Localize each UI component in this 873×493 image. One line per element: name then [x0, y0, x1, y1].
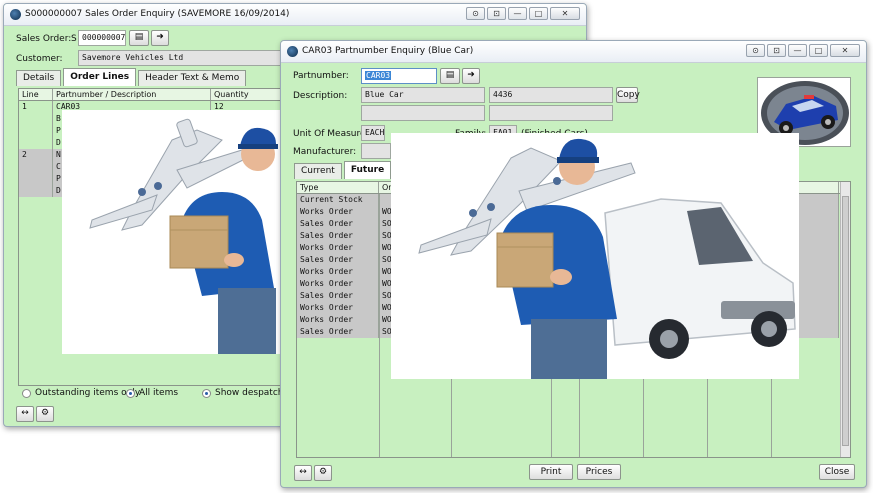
minimize-button[interactable]: —	[508, 7, 527, 20]
vertical-scrollbar[interactable]	[840, 182, 850, 457]
unit-of-measure-field: EACH	[361, 125, 385, 141]
column-header-type[interactable]: Type	[297, 182, 379, 193]
sales-order-label: Sales Order:	[16, 34, 72, 44]
arrow-right-icon[interactable]: ➜	[462, 68, 480, 84]
partnumber-window-title: CAR03 Partnumber Enquiry (Blue Car)	[302, 46, 474, 56]
sales-order-prefix: S	[71, 34, 77, 44]
settings-icon[interactable]: ⚙	[36, 406, 54, 422]
help-icon[interactable]: ⊙	[746, 44, 765, 57]
tab-current[interactable]: Current	[294, 163, 342, 179]
tab-future[interactable]: Future	[343, 161, 392, 179]
help-icon[interactable]: ⊙	[466, 7, 485, 20]
description-label: Description:	[293, 91, 348, 101]
delivery-man-image	[89, 118, 278, 354]
print-button[interactable]: Print	[529, 464, 573, 480]
partnumber-input[interactable]: CAR03	[361, 68, 437, 84]
close-button[interactable]: Close	[819, 464, 855, 480]
print-screen-icon[interactable]: ⊡	[767, 44, 786, 57]
package-shape	[496, 232, 554, 288]
radio-outstanding-items[interactable]: Outstanding items only	[22, 388, 140, 398]
column-header-partnumber[interactable]: Partnumber / Description	[53, 89, 211, 100]
description-line-2	[361, 105, 485, 121]
manufacturer-field	[361, 143, 391, 159]
white-van-shape	[604, 198, 796, 359]
customer-label: Customer:	[16, 54, 63, 64]
delivery-man-photo	[62, 110, 280, 354]
app-icon	[10, 9, 21, 20]
package-shape	[169, 215, 229, 269]
description-code-field: 4436	[489, 87, 613, 103]
maximize-button[interactable]: □	[529, 7, 548, 20]
delivery-van-image	[418, 138, 796, 379]
column-header-quantity[interactable]: Quantity	[211, 89, 281, 100]
app-icon	[287, 46, 298, 57]
pin-icon[interactable]: ↔	[294, 465, 312, 481]
partnumber-titlebar: CAR03 Partnumber Enquiry (Blue Car) ⊙ ⊡ …	[281, 41, 866, 63]
arrow-right-icon[interactable]: ➜	[151, 30, 169, 46]
description-code-line-2	[489, 105, 613, 121]
lookup-book-icon[interactable]: ▤	[440, 68, 460, 84]
close-window-button[interactable]: ✕	[830, 44, 860, 57]
settings-icon[interactable]: ⚙	[314, 465, 332, 481]
lookup-book-icon[interactable]: ▤	[129, 30, 149, 46]
scrollbar-thumb[interactable]	[842, 196, 849, 446]
tab-order-lines[interactable]: Order Lines	[63, 68, 137, 86]
partnumber-label: Partnumber:	[293, 71, 349, 81]
tab-details[interactable]: Details	[16, 70, 62, 86]
description-field: Blue Car	[361, 87, 485, 103]
sales-order-input[interactable]: 000000007	[78, 30, 126, 46]
manufacturer-label: Manufacturer:	[293, 147, 357, 157]
unit-of-measure-label: Unit Of Measure:	[293, 129, 369, 139]
sales-order-titlebar: S000000007 Sales Order Enquiry (SAVEMORE…	[4, 4, 586, 26]
maximize-button[interactable]: □	[809, 44, 828, 57]
partnumber-enquiry-window: CAR03 Partnumber Enquiry (Blue Car) ⊙ ⊡ …	[280, 40, 867, 488]
print-screen-icon[interactable]: ⊡	[487, 7, 506, 20]
delivery-van-photo	[391, 133, 799, 379]
radio-all-items[interactable]: All items	[126, 388, 178, 398]
customer-field: Savemore Vehicles Ltd	[78, 50, 288, 66]
copy-button[interactable]: Copy	[616, 87, 640, 103]
sales-order-window-title: S000000007 Sales Order Enquiry (SAVEMORE…	[25, 9, 290, 19]
tab-header-text-memo[interactable]: Header Text & Memo	[138, 70, 247, 86]
close-window-button[interactable]: ✕	[550, 7, 580, 20]
minimize-button[interactable]: —	[788, 44, 807, 57]
column-header-line[interactable]: Line	[19, 89, 53, 100]
pin-icon[interactable]: ↔	[16, 406, 34, 422]
prices-button[interactable]: Prices	[577, 464, 621, 480]
